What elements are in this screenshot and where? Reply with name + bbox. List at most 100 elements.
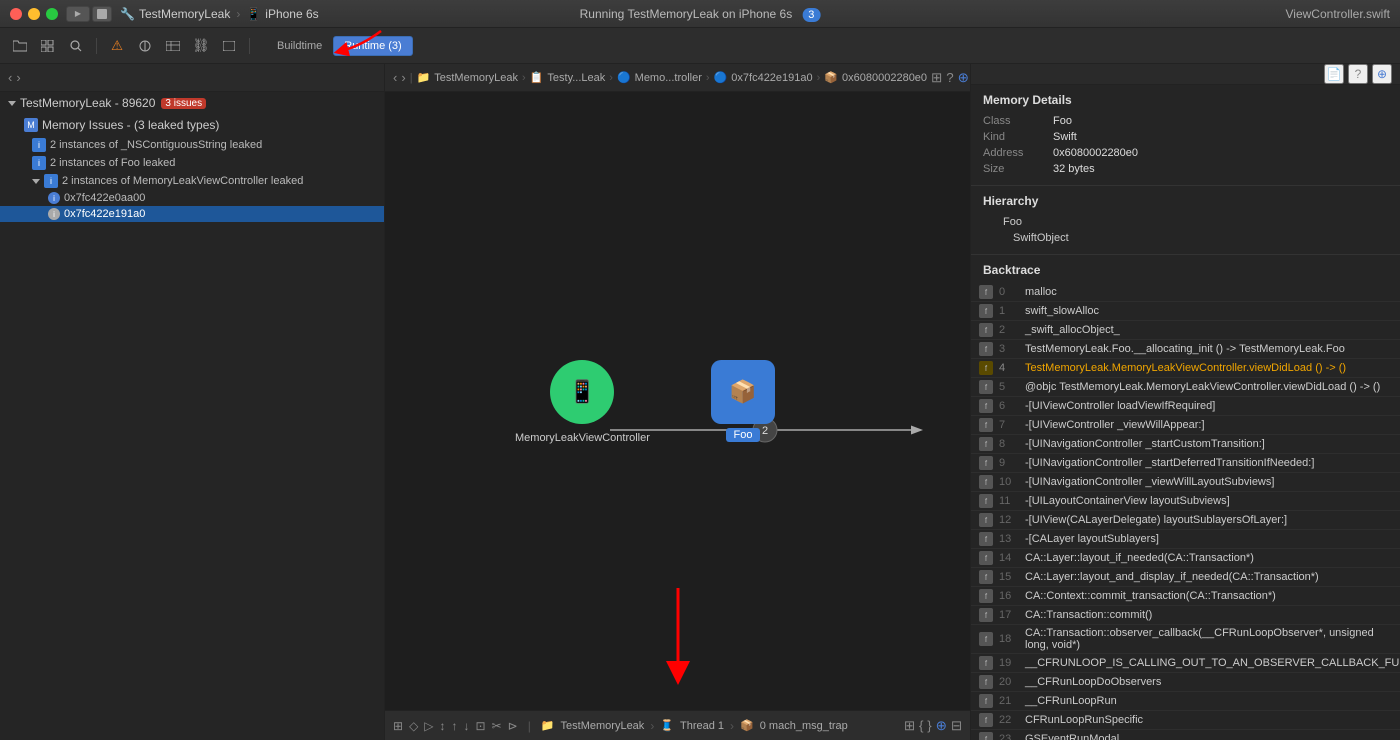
bc-item-5[interactable]: 0x6080002280e0 [842,72,927,84]
bc-item-2[interactable]: Testy...Leak [547,72,605,84]
bt-18[interactable]: f 18 CA::Transaction::observer_callback(… [971,625,1400,654]
bt-9[interactable]: f 9 -[UINavigationController _startDefer… [971,454,1400,473]
split-view-btn[interactable]: ⊞ [931,70,942,86]
chat-icon[interactable] [217,35,241,57]
close-button[interactable] [10,8,22,20]
bottom-icon-5[interactable]: ↑ [452,719,458,733]
mvc-expand-icon [32,179,40,184]
help-icon-btn[interactable]: ? [1348,64,1368,84]
bc-item-1[interactable]: TestMemoryLeak [434,72,518,84]
mvc-group[interactable]: i 2 instances of MemoryLeakViewControlle… [0,172,384,190]
bt-14[interactable]: f 14 CA::Layer::layout_if_needed(CA::Tra… [971,549,1400,568]
help-btn[interactable]: ? [946,70,953,85]
bc-sep3: › [706,72,710,84]
inspector-icon-btn[interactable]: ⊕ [1372,64,1392,84]
minimize-button[interactable] [28,8,40,20]
bottom-icon-9[interactable]: ⊳ [508,719,518,733]
bottom-icon-7[interactable]: ⊡ [476,719,486,733]
bt-11[interactable]: f 11 -[UILayoutContainerView layoutSubvi… [971,492,1400,511]
bt-8[interactable]: f 8 -[UINavigationController _startCusto… [971,435,1400,454]
warning-icon[interactable]: ⚠ [105,35,129,57]
buildtime-tab[interactable]: Buildtime [266,36,333,56]
back-button[interactable]: ‹ [8,70,12,85]
maximize-button[interactable] [46,8,58,20]
bottom-icon-6[interactable]: ↓ [464,719,470,733]
hierarchy-title: Hierarchy [983,194,1388,208]
bt-icon-2: f [979,323,993,337]
memory-issues-group[interactable]: M Memory Issues - (3 leaked types) [0,114,384,136]
bc-item-4[interactable]: 0x7fc422e191a0 [731,72,812,84]
doc-icon-btn[interactable]: 📄 [1324,64,1344,84]
stop-button[interactable] [92,6,112,22]
memory-details-title: Memory Details [983,93,1388,107]
bt-21[interactable]: f 21 __CFRunLoopRun [971,692,1400,711]
size-val: 32 bytes [1053,163,1095,175]
bottom-right-1[interactable]: ⊞ [904,718,915,734]
bt-icon-13: f [979,532,993,546]
bt-icon-3: f [979,342,993,356]
play-button[interactable]: ▶ [66,6,90,22]
bt-17[interactable]: f 17 CA::Transaction::commit() [971,606,1400,625]
search-icon[interactable] [64,35,88,57]
leak-item-2[interactable]: i 2 instances of Foo leaked [0,154,384,172]
bc-trap[interactable]: 0 mach_msg_trap [760,720,848,732]
instance-1[interactable]: i 0x7fc422e0aa00 [0,190,384,206]
bt-5[interactable]: f 5 @objc TestMemoryLeak.MemoryLeakViewC… [971,378,1400,397]
bottom-icon-1[interactable]: ⊞ [393,719,403,733]
bt-22[interactable]: f 22 CFRunLoopRunSpecific [971,711,1400,730]
bc-thread-icon: 🧵 [660,719,674,732]
foo-node-label: Foo [726,428,761,442]
bt-3[interactable]: f 3 TestMemoryLeak.Foo.__allocating_init… [971,340,1400,359]
bc-thread[interactable]: Thread 1 [680,720,724,732]
bc-item-3[interactable]: Memo...troller [635,72,702,84]
bt-12[interactable]: f 12 -[UIView(CALayerDelegate) layoutSub… [971,511,1400,530]
bc-path-1[interactable]: TestMemoryLeak [561,720,645,732]
bt-20[interactable]: f 20 __CFRunLoopDoObservers [971,673,1400,692]
folder-icon[interactable] [8,35,32,57]
bc-icon-5: 📦 [824,71,838,84]
center-back-btn[interactable]: ‹ [393,70,397,85]
mvc-label: 2 instances of MemoryLeakViewController … [62,175,303,187]
bottom-icon-2[interactable]: ◇ [409,719,418,733]
root-label: TestMemoryLeak - 89620 [20,96,155,110]
bottom-icon-3[interactable]: ▷ [424,719,433,733]
class-key: Class [983,115,1053,127]
center-bottom-bar: ⊞ ◇ ▷ ↕ ↑ ↓ ⊡ ✂ ⊳ | 📁 TestMemoryLeak › 🧵… [385,710,970,740]
bt-4[interactable]: f 4 TestMemoryLeak.MemoryLeakViewControl… [971,359,1400,378]
bt-15[interactable]: f 15 CA::Layer::layout_and_display_if_ne… [971,568,1400,587]
bottom-icon-4[interactable]: ↕ [440,719,446,733]
instance-2[interactable]: i 0x7fc422e191a0 [0,206,384,222]
center-breadcrumb: ‹ › | 📁 TestMemoryLeak › 📋 Testy...Leak … [385,64,970,92]
flag-icon[interactable] [133,35,157,57]
runtime-tab[interactable]: Runtime (3) [333,36,412,56]
table-icon[interactable] [161,35,185,57]
bt-16[interactable]: f 16 CA::Context::commit_transaction(CA:… [971,587,1400,606]
inspector-btn[interactable]: ⊕ [958,70,969,86]
bottom-right-4[interactable]: ⊟ [951,718,962,734]
bt-23[interactable]: f 23 GSEventRunModal [971,730,1400,740]
bt-13[interactable]: f 13 -[CALayer layoutSublayers] [971,530,1400,549]
issue-list: TestMemoryLeak - 89620 3 issues M Memory… [0,92,384,740]
bc-sep4: › [817,72,821,84]
link-icon[interactable]: ⛓ [189,35,213,57]
bt-10[interactable]: f 10 -[UINavigationController _viewWillL… [971,473,1400,492]
bottom-icon-8[interactable]: ✂ [492,719,502,733]
center-fwd-btn[interactable]: › [401,70,405,85]
bt-7[interactable]: f 7 -[UIViewController _viewWillAppear:] [971,416,1400,435]
root-item[interactable]: TestMemoryLeak - 89620 3 issues [0,92,384,114]
bt-19[interactable]: f 19 __CFRUNLOOP_IS_CALLING_OUT_TO_AN_OB… [971,654,1400,673]
leak-item-1[interactable]: i 2 instances of _NSContiguousString lea… [0,136,384,154]
bt-2[interactable]: f 2 _swift_allocObject_ [971,321,1400,340]
bt-icon-7: f [979,418,993,432]
bt-6[interactable]: f 6 -[UIViewController loadViewIfRequire… [971,397,1400,416]
app-title: 🔧 TestMemoryLeak › 📱 iPhone 6s [120,7,319,21]
bt-icon-14: f [979,551,993,565]
bottom-right-3[interactable]: ⊕ [936,718,947,734]
grid-icon[interactable] [36,35,60,57]
sep1: | [410,72,413,84]
forward-button[interactable]: › [16,70,20,85]
bt-0[interactable]: f 0 malloc [971,283,1400,302]
bottom-right-2[interactable]: { } [919,718,932,734]
graph-area: 📱 MemoryLeakViewController 2 [385,92,970,740]
bt-1[interactable]: f 1 swift_slowAlloc [971,302,1400,321]
